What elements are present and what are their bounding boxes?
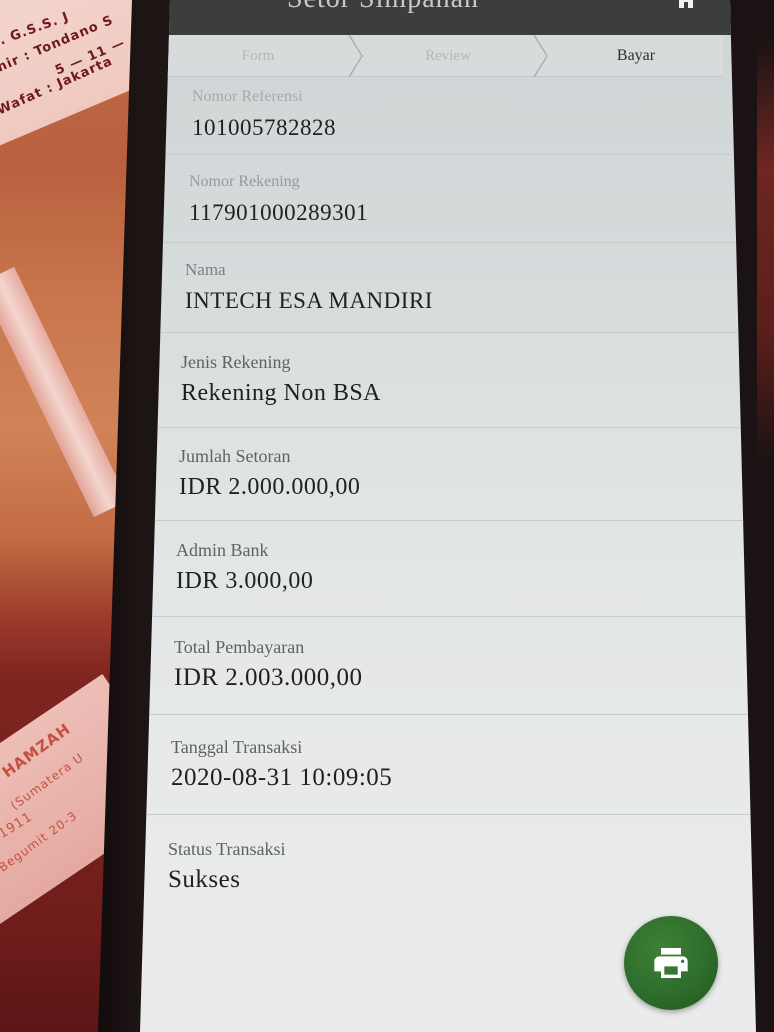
transaction-details: Nomor Referensi 101005782828 Nomor Reken…	[140, 77, 756, 1015]
printer-icon	[651, 943, 691, 983]
detail-value: 117901000289301	[189, 200, 369, 225]
status-value: Sukses	[168, 866, 241, 893]
detail-label: Admin Bank	[176, 540, 269, 560]
detail-row-admin-bank: Admin Bank IDR 3.000,00	[140, 521, 756, 617]
detail-label: Nama	[185, 260, 226, 279]
detail-value: INTECH ESA MANDIRI	[185, 288, 433, 313]
detail-value: 2020-08-31 10:09:05	[171, 764, 393, 791]
detail-row-nama: Nama INTECH ESA MANDIRI	[140, 243, 756, 333]
stepper: Form Review Bayar	[140, 35, 723, 77]
print-button[interactable]	[624, 916, 718, 1010]
detail-label: Tanggal Transaksi	[171, 737, 303, 757]
detail-label: Jumlah Setoran	[179, 446, 291, 466]
step-bayar: Bayar	[616, 47, 656, 64]
detail-row-nomor-referensi: Nomor Referensi 101005782828	[140, 77, 756, 155]
detail-row-tanggal-transaksi: Tanggal Transaksi 2020-08-31 10:09:05	[140, 715, 756, 815]
detail-value: IDR 2.003.000,00	[174, 664, 363, 691]
step-review: Review	[425, 48, 471, 64]
detail-value: IDR 3.000,00	[176, 568, 314, 594]
phone-frame-reflection	[757, 40, 774, 460]
detail-value: IDR 2.000.000,00	[179, 474, 361, 500]
home-icon[interactable]	[674, 0, 698, 12]
detail-label: Jenis Rekening	[181, 352, 291, 372]
background-light-strip	[0, 266, 129, 518]
detail-row-jenis-rekening: Jenis Rekening Rekening Non BSA	[140, 333, 756, 428]
detail-label: Status Transaksi	[168, 839, 286, 859]
detail-label: Total Pembayaran	[174, 637, 305, 657]
app-screen: Setor Simpanan Form Review Bayar Nomor R…	[140, 0, 756, 1032]
detail-row-total-pembayaran: Total Pembayaran IDR 2.003.000,00	[140, 617, 756, 715]
app-bar: Setor Simpanan	[140, 0, 756, 35]
detail-row-nomor-rekening: Nomor Rekening 117901000289301	[140, 155, 756, 243]
detail-label: Nomor Referensi	[192, 88, 303, 105]
detail-value: Rekening Non BSA	[181, 380, 381, 406]
step-form: Form	[241, 48, 275, 64]
detail-value: 101005782828	[192, 115, 336, 140]
photo-stage: . G.S.S. J nir : Tondano S 5 — 11 — Wafa…	[0, 0, 774, 1032]
detail-row-jumlah-setoran: Jumlah Setoran IDR 2.000.000,00	[140, 428, 756, 521]
detail-label: Nomor Rekening	[189, 173, 300, 190]
page-title: Setor Simpanan	[140, 0, 626, 14]
